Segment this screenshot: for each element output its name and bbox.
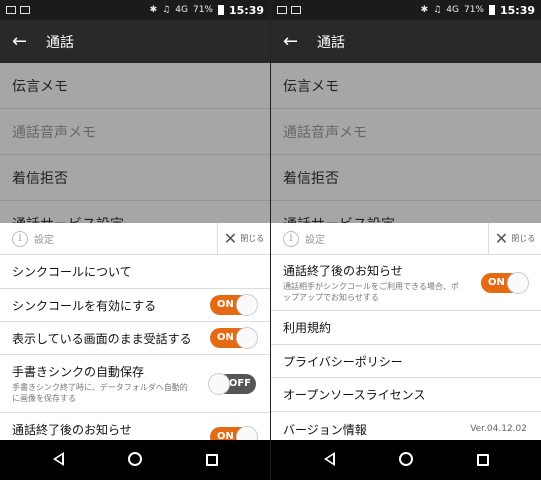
post-call-notice-row: 通話終了後のお知らせ 通話相手がシンクコールをご利用できる場合、ポップアップでお…: [271, 255, 541, 311]
app-bar: ← 通話: [0, 20, 270, 63]
image-icon: [20, 6, 30, 14]
navigation-bar: [0, 440, 270, 480]
close-icon: ✕: [223, 229, 238, 248]
nav-recents-icon[interactable]: [468, 451, 498, 470]
row-label: シンクコールを有効にする: [12, 298, 157, 313]
enable-synccall-row: シンクコールを有効にする ON: [0, 289, 270, 322]
sheet-header: i 設定 ✕ 閉じる: [271, 223, 541, 255]
privacy-policy-row[interactable]: プライバシーポリシー: [271, 345, 541, 378]
row-label: オープンソースライセンス: [283, 388, 426, 402]
close-label: 閉じる: [511, 234, 536, 243]
terms-of-use-row[interactable]: 利用規約: [271, 311, 541, 345]
menu-item-call-recording: 通話音声メモ: [0, 109, 270, 155]
nav-home-icon[interactable]: [391, 451, 421, 470]
app-bar: ← 通話: [271, 20, 541, 63]
close-button[interactable]: ✕ 閉じる: [488, 223, 541, 254]
about-synccall-row[interactable]: シンクコールについて: [0, 255, 270, 289]
vibrate-icon: ♫: [162, 5, 171, 15]
answer-on-screen-row: 表示している画面のまま受話する ON: [0, 322, 270, 355]
row-label: 表示している画面のまま受話する: [12, 331, 192, 346]
nav-back-icon[interactable]: [314, 451, 344, 470]
menu-item-call-block: 着信拒否: [0, 155, 270, 201]
image-icon: [291, 6, 301, 14]
back-arrow-icon[interactable]: ←: [283, 31, 307, 52]
background-menu: 伝言メモ 通話音声メモ 着信拒否 通話サービス設定: [0, 63, 270, 247]
battery-icon: [488, 5, 495, 15]
nav-home-icon[interactable]: [120, 451, 150, 470]
bluetooth-icon: ✱: [149, 5, 158, 15]
nav-back-icon[interactable]: [43, 451, 73, 470]
clock: 15:39: [228, 3, 264, 17]
sheet-header-label: 設定: [305, 235, 325, 246]
settings-sheet: i 設定 ✕ 閉じる 通話終了後のお知らせ 通話相手がシンクコールをご利用できる…: [271, 223, 541, 446]
page-title: 通話: [317, 34, 345, 51]
signal-icon: 4G: [446, 5, 459, 15]
notification-icon: [277, 6, 287, 14]
status-bar: ✱ ♫ 4G 71% 15:39: [0, 0, 270, 20]
info-icon: i: [283, 230, 299, 247]
back-arrow-icon[interactable]: ←: [12, 31, 36, 52]
sheet-header-label: 設定: [34, 235, 54, 246]
row-description: 通話相手がシンクコールをご利用できる場合、ポップアップでお知らせする: [283, 282, 459, 302]
row-label: 通話終了後のお知らせ: [12, 423, 132, 437]
navigation-bar: [271, 440, 541, 480]
battery-percent: 71%: [463, 5, 484, 15]
page-title: 通話: [46, 34, 74, 51]
settings-sheet: i 設定 ✕ 閉じる シンクコールについて シンクコールを有効にする ON 表示…: [0, 223, 270, 453]
battery-percent: 71%: [192, 5, 213, 15]
version-number: Ver.04.12.02: [470, 424, 527, 434]
post-call-notice-toggle[interactable]: ON: [481, 271, 529, 294]
status-bar: ✱ ♫ 4G 71% 15:39: [271, 0, 541, 20]
menu-item-voicemail: 伝言メモ: [271, 63, 541, 109]
menu-item-voicemail: 伝言メモ: [0, 63, 270, 109]
auto-save-row: 手書きシンクの自動保存 手書きシンク終了時に、データフォルダへ自動的に画像を保存…: [0, 355, 270, 413]
info-icon: i: [12, 230, 28, 247]
row-label: 手書きシンクの自動保存: [12, 365, 145, 379]
row-label: バージョン情報: [283, 422, 367, 437]
close-icon: ✕: [494, 229, 509, 248]
close-button[interactable]: ✕ 閉じる: [217, 223, 270, 254]
row-label: シンクコールについて: [12, 265, 132, 279]
row-description: 手書きシンク終了時に、データフォルダへ自動的に画像を保存する: [12, 383, 188, 403]
nav-recents-icon[interactable]: [197, 451, 227, 470]
row-label: プライバシーポリシー: [283, 354, 403, 369]
background-menu: 伝言メモ 通話音声メモ 着信拒否 通話サービス設定: [271, 63, 541, 247]
open-source-license-row[interactable]: オープンソースライセンス: [271, 378, 541, 412]
battery-icon: [217, 5, 224, 15]
menu-item-call-block: 着信拒否: [271, 155, 541, 201]
answer-on-screen-toggle[interactable]: ON: [210, 327, 258, 349]
clock: 15:39: [499, 3, 535, 17]
bluetooth-icon: ✱: [420, 5, 429, 15]
right-screen: ✱ ♫ 4G 71% 15:39 ← 通話 伝言メモ 通話音声メモ 着信拒否 通…: [271, 0, 541, 480]
auto-save-toggle[interactable]: OFF: [208, 372, 256, 395]
enable-synccall-toggle[interactable]: ON: [210, 294, 258, 316]
notification-icon: [6, 6, 16, 14]
signal-icon: 4G: [175, 5, 188, 15]
menu-item-call-recording: 通話音声メモ: [271, 109, 541, 155]
vibrate-icon: ♫: [433, 5, 442, 15]
row-label: 通話終了後のお知らせ: [283, 264, 403, 278]
row-label: 利用規約: [283, 321, 332, 335]
left-screen: ✱ ♫ 4G 71% 15:39 ← 通話 伝言メモ 通話音声メモ 着信拒否 通…: [0, 0, 270, 480]
sheet-header: i 設定 ✕ 閉じる: [0, 223, 270, 255]
close-label: 閉じる: [240, 234, 265, 243]
